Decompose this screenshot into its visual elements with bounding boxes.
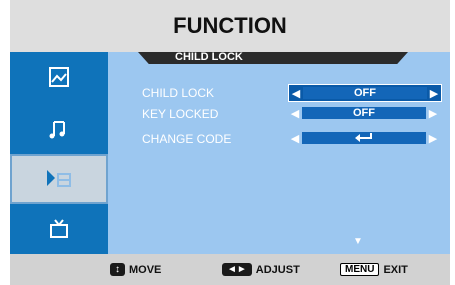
sidebar	[10, 52, 108, 254]
sidebar-item-audio[interactable]	[10, 104, 108, 154]
exit-hint: MENU EXIT	[340, 263, 408, 276]
tv-icon	[50, 219, 68, 238]
enter-icon	[355, 133, 372, 142]
exit-label: EXIT	[383, 263, 408, 276]
child-lock-value: OFF	[303, 87, 427, 99]
child-lock-label: CHILD LOCK	[142, 86, 215, 100]
sidebar-item-tv[interactable]	[10, 204, 108, 254]
menu-title: FUNCTION	[173, 13, 287, 38]
scroll-down-icon[interactable]: ▼	[353, 236, 363, 247]
key-locked-label: KEY LOCKED	[142, 107, 219, 121]
adjust-hint: ◄► ADJUST	[222, 263, 300, 276]
change-code-selector[interactable]: ◀ ▶	[288, 130, 440, 146]
move-hint: ↕ MOVE	[110, 263, 161, 276]
change-code-label: CHANGE CODE	[142, 132, 232, 146]
leftright-key-icon: ◄►	[222, 263, 252, 276]
updown-key-icon: ↕	[110, 263, 125, 276]
right-arrow-icon[interactable]: ▶	[427, 86, 441, 100]
right-arrow-icon[interactable]: ▶	[426, 131, 440, 145]
change-code-value	[302, 132, 426, 144]
sidebar-item-function[interactable]	[10, 154, 108, 204]
left-arrow-icon[interactable]: ◀	[289, 86, 303, 100]
left-arrow-icon[interactable]: ◀	[288, 131, 302, 145]
submenu-title: CHILD LOCK	[175, 51, 243, 63]
sidebar-item-picture[interactable]	[10, 52, 108, 102]
music-note-icon	[49, 121, 65, 139]
key-locked-selector[interactable]: ◀ OFF ▶	[288, 105, 440, 121]
osd-screen: FUNCTION CHILD LOCK CHILD LOCK ◀ OFF ▶ K…	[10, 0, 450, 285]
right-arrow-icon[interactable]: ▶	[426, 106, 440, 120]
left-arrow-icon[interactable]: ◀	[288, 106, 302, 120]
key-locked-value: OFF	[302, 107, 426, 119]
picture-icon	[49, 67, 69, 87]
menu-key-icon: MENU	[340, 263, 380, 276]
function-panel: CHILD LOCK CHILD LOCK ◀ OFF ▶ KEY LOCKED…	[108, 51, 450, 254]
function-icon	[47, 170, 71, 187]
menu-header: FUNCTION	[10, 0, 450, 52]
child-lock-selector[interactable]: ◀ OFF ▶	[288, 84, 442, 102]
adjust-label: ADJUST	[255, 263, 300, 276]
footer-hints: ↕ MOVE ◄► ADJUST MENU EXIT	[10, 254, 450, 285]
move-label: MOVE	[129, 263, 162, 276]
